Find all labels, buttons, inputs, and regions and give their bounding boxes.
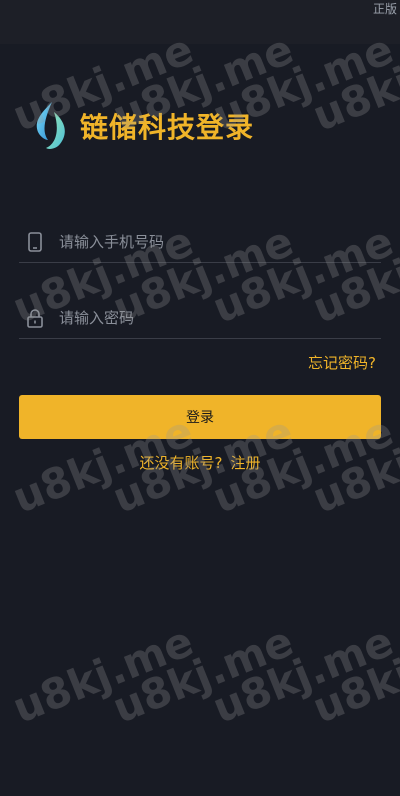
watermark: u8kj.me <box>105 616 300 733</box>
lock-icon <box>25 308 45 328</box>
watermark: u8kj.me <box>205 616 400 733</box>
register-link[interactable]: 注册 <box>230 454 260 472</box>
corner-tag: 正版 <box>372 2 397 16</box>
page-title: 链储科技登录 <box>80 111 255 144</box>
forgot-password-link[interactable]: 忘记密码? <box>308 352 376 373</box>
register-prompt: 还没有账号? <box>139 454 223 472</box>
password-input[interactable] <box>59 298 381 338</box>
watermark: u8kj.me <box>5 616 200 733</box>
top-bar <box>0 0 400 44</box>
phone-field <box>19 222 381 263</box>
app-logo-icon <box>36 102 65 149</box>
phone-input[interactable] <box>59 222 381 262</box>
phone-icon <box>25 232 45 252</box>
login-page: 正版 链储科技登录 请输入手机号码 忘记密码? 登录 还没有账号? 注册 u8k… <box>0 0 400 796</box>
password-field <box>19 298 381 339</box>
watermark: u8kj.me <box>305 616 400 733</box>
login-button[interactable]: 登录 <box>19 395 381 439</box>
register-row: 还没有账号? 注册 <box>0 452 400 473</box>
brand-header: 链储科技登录 <box>32 100 254 152</box>
